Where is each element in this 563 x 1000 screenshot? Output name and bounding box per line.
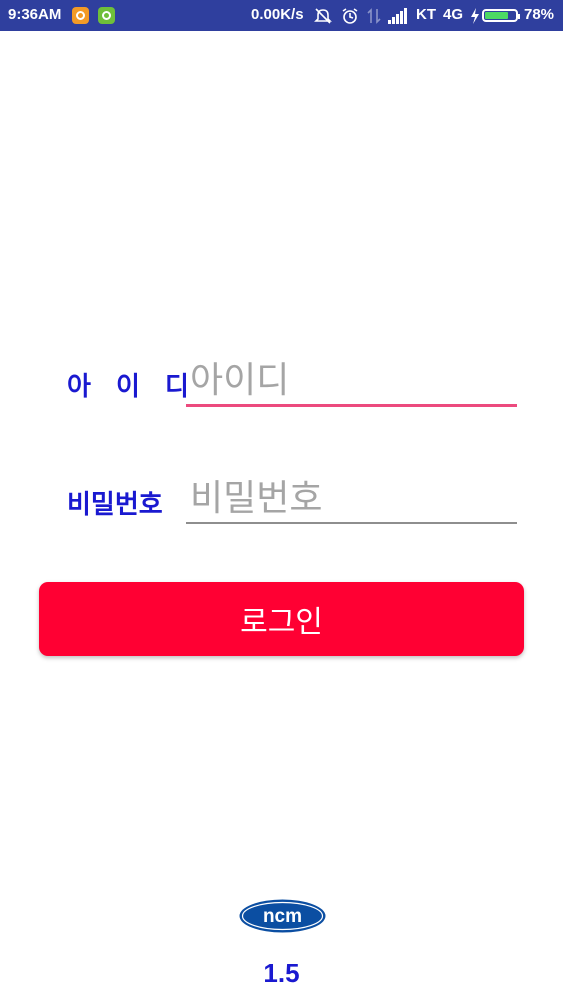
carrier-name: KT [416,6,436,23]
login-button[interactable]: 로그인 [39,582,524,656]
charging-icon [471,8,479,24]
status-bar: 9:36AM 0.00K/s KT 4G 78% [0,0,563,31]
password-input[interactable] [186,474,517,524]
network-type: 4G [443,6,464,23]
ncm-logo: ncm [239,899,326,933]
android-icon [98,7,115,24]
battery-tip [518,14,520,19]
app-notification-icon [72,7,89,24]
battery-percentage: 78% [524,6,555,23]
battery-icon [482,9,520,22]
battery-fill [485,12,508,19]
id-input[interactable] [186,357,517,407]
login-screen: 9:36AM 0.00K/s KT 4G 78% 아 이 디 아이디 비밀번호 … [0,0,563,1000]
alarm-icon [342,8,358,24]
signal-icon [388,8,407,24]
logo-text: ncm [263,906,302,927]
password-label: 비밀번호 [67,490,163,520]
data-arrows-icon [367,8,381,24]
id-label: 아 이 디 [67,372,197,402]
network-speed: 0.00K/s [251,6,304,23]
app-version: 1.5 [263,958,300,988]
mute-icon [314,8,332,24]
status-time: 9:36AM [8,6,62,23]
